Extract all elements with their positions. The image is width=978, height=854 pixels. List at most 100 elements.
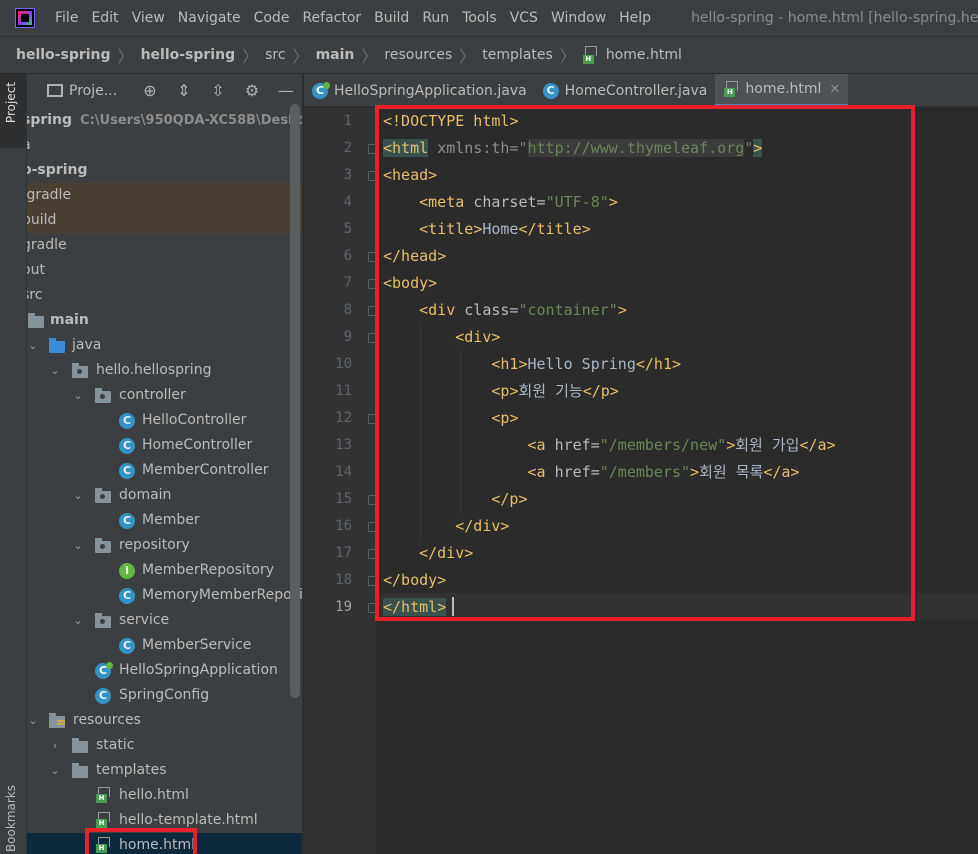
tree-node[interactable]: ⌄ service bbox=[27, 608, 302, 633]
interface-icon: I bbox=[119, 563, 135, 579]
tab-home-controller[interactable]: C HomeController.java bbox=[535, 74, 716, 107]
tree-node[interactable]: o-spring bbox=[27, 158, 302, 183]
class-icon: C bbox=[542, 82, 559, 99]
menu-run[interactable]: Run bbox=[422, 10, 449, 26]
tree-node-label: MemberService bbox=[142, 637, 252, 653]
chevron-down-icon[interactable]: ⌄ bbox=[72, 383, 84, 408]
tree-node[interactable]: ⌄ controller bbox=[27, 383, 302, 408]
tree-node[interactable]: C HelloSpringApplication bbox=[27, 658, 302, 683]
class-icon: C bbox=[119, 413, 135, 429]
breadcrumb-item-src[interactable]: src bbox=[265, 47, 285, 63]
tree-node-path-hint: C:\Users\950QDA-XC58B\Desktop bbox=[80, 113, 303, 128]
tree-node[interactable]: C SpringConfig bbox=[27, 683, 302, 708]
tree-node-label: .gradle bbox=[27, 187, 72, 203]
chevron-down-icon[interactable]: ⌄ bbox=[49, 358, 61, 383]
chevron-down-icon[interactable]: ⌄ bbox=[49, 758, 61, 783]
project-view-icon bbox=[47, 84, 63, 97]
tree-node[interactable]: a bbox=[27, 133, 302, 158]
tree-node[interactable]: build bbox=[27, 208, 302, 233]
tree-node[interactable]: C MemberService bbox=[27, 633, 302, 658]
breadcrumb-item-resources[interactable]: resources bbox=[384, 47, 452, 63]
package-icon bbox=[72, 363, 88, 378]
chevron-down-icon[interactable]: ⌄ bbox=[72, 483, 84, 508]
package-icon bbox=[95, 388, 111, 403]
tree-node[interactable]: ⌄ templates bbox=[27, 758, 302, 783]
menu-view[interactable]: View bbox=[132, 10, 165, 26]
tree-node[interactable]: ⌄ hello.hellospring bbox=[27, 358, 302, 383]
tree-node[interactable]: ⌄ resources bbox=[27, 708, 302, 733]
tree-node-label: Member bbox=[142, 512, 200, 528]
bookmarks-tool-label[interactable]: Bookmarks bbox=[4, 785, 18, 852]
tree-node-label: gradle bbox=[27, 237, 67, 253]
tree-node[interactable]: C Member bbox=[27, 508, 302, 533]
tree-node[interactable]: main bbox=[27, 308, 302, 333]
tree-node[interactable]: C HomeController bbox=[27, 433, 302, 458]
menu-window[interactable]: Window bbox=[551, 10, 606, 26]
locate-file-icon[interactable]: ⊕ bbox=[133, 81, 167, 100]
chevron-right-icon: 〉 bbox=[361, 47, 378, 66]
tree-node[interactable]: spring C:\Users\950QDA-XC58B\Desktop bbox=[27, 108, 303, 133]
breadcrumb-item-main[interactable]: main bbox=[316, 47, 355, 63]
tree-node[interactable]: out bbox=[27, 258, 302, 283]
expand-all-icon[interactable]: ⇕ bbox=[167, 81, 201, 100]
class-icon: C bbox=[119, 588, 135, 604]
tree-node[interactable]: ⌄ domain bbox=[27, 483, 302, 508]
line-number: 6 bbox=[343, 248, 352, 264]
project-panel: Proje... ⊕ ⇕ ⇳ ⚙ — spring C:\Users\950QDA… bbox=[27, 74, 303, 854]
line-number: 3 bbox=[343, 167, 352, 183]
tree-node[interactable]: gradle bbox=[27, 233, 302, 258]
menu-vcs[interactable]: VCS bbox=[510, 10, 538, 26]
menu-tools[interactable]: Tools bbox=[462, 10, 497, 26]
editor-tab-bar: C HelloSpringApplication.java C HomeCont… bbox=[304, 74, 978, 107]
line-number: 19 bbox=[335, 599, 352, 615]
chevron-down-icon[interactable]: ⌄ bbox=[27, 333, 39, 358]
class-icon: C bbox=[119, 438, 135, 454]
tab-home-html[interactable]: H home.html ✕ bbox=[715, 74, 849, 107]
menu-file[interactable]: File bbox=[55, 10, 78, 26]
tree-node-label: HelloController bbox=[142, 412, 247, 428]
breadcrumb-item-templates[interactable]: templates bbox=[482, 47, 553, 63]
hide-panel-icon[interactable]: — bbox=[269, 81, 302, 100]
menu-navigate[interactable]: Navigate bbox=[178, 10, 241, 26]
menu-refactor[interactable]: Refactor bbox=[302, 10, 361, 26]
tree-node[interactable]: ⌄ repository bbox=[27, 533, 302, 558]
line-number: 4 bbox=[343, 194, 352, 210]
tree-node-label: out bbox=[27, 262, 45, 278]
class-icon: C bbox=[119, 638, 135, 654]
html-file-icon: H bbox=[95, 812, 111, 828]
tree-node[interactable]: src bbox=[27, 283, 302, 308]
chevron-right-icon[interactable]: › bbox=[49, 733, 61, 758]
tree-node-label: hello.html bbox=[119, 787, 189, 803]
tree-node-label: src bbox=[27, 287, 43, 303]
tree-node[interactable]: C MemberController bbox=[27, 458, 302, 483]
chevron-down-icon[interactable]: ⌄ bbox=[72, 608, 84, 633]
tab-label: HelloSpringApplication.java bbox=[334, 82, 527, 99]
tree-node[interactable]: Hhello.html bbox=[27, 783, 302, 808]
chevron-down-icon[interactable]: ⌄ bbox=[72, 533, 84, 558]
menu-help[interactable]: Help bbox=[619, 10, 651, 26]
project-tree-scrollbar[interactable] bbox=[290, 104, 300, 698]
spring-boot-class-icon: C bbox=[95, 662, 113, 679]
tree-node[interactable]: C MemoryMemberRepositor bbox=[27, 583, 302, 608]
tree-node-label: domain bbox=[119, 487, 172, 503]
close-icon[interactable]: ✕ bbox=[829, 82, 840, 97]
tree-node[interactable]: .gradle bbox=[27, 183, 302, 208]
chevron-down-icon[interactable]: ⌄ bbox=[27, 708, 39, 733]
menu-edit[interactable]: Edit bbox=[91, 10, 118, 26]
line-number: 8 bbox=[343, 302, 352, 318]
gear-icon[interactable]: ⚙ bbox=[235, 81, 269, 100]
tree-node[interactable]: C HelloController bbox=[27, 408, 302, 433]
project-tool-label[interactable]: Project bbox=[4, 82, 18, 123]
intellij-logo-icon[interactable] bbox=[15, 8, 35, 28]
breadcrumb-item-module[interactable]: hello-spring bbox=[141, 47, 236, 63]
tree-node[interactable]: I MemberRepository bbox=[27, 558, 302, 583]
project-view-selector[interactable]: Proje... bbox=[69, 83, 133, 99]
menu-build[interactable]: Build bbox=[374, 10, 409, 26]
menu-code[interactable]: Code bbox=[254, 10, 290, 26]
tree-node[interactable]: ⌄ java bbox=[27, 333, 302, 358]
collapse-all-icon[interactable]: ⇳ bbox=[201, 81, 235, 100]
tab-hello-spring-application[interactable]: C HelloSpringApplication.java bbox=[304, 74, 535, 107]
breadcrumb-item-project[interactable]: hello-spring bbox=[16, 47, 111, 63]
breadcrumb-item-file[interactable]: home.html bbox=[606, 47, 682, 63]
tree-node[interactable]: › static bbox=[27, 733, 302, 758]
